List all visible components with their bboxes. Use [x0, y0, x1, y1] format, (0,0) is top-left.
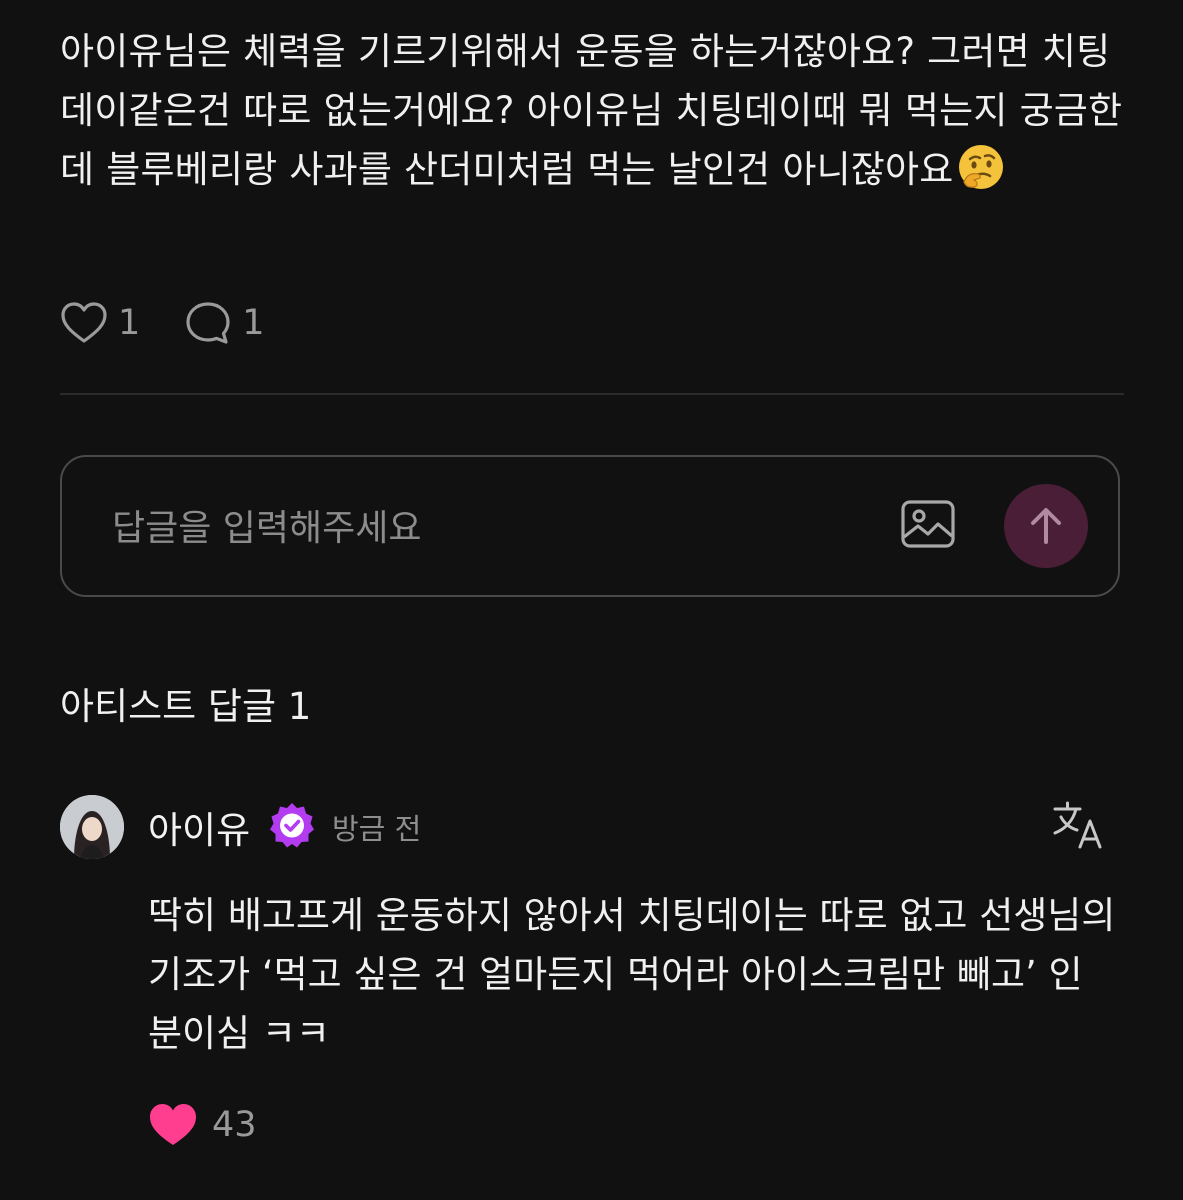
translate-icon[interactable] [1052, 800, 1104, 850]
reply-composer [60, 455, 1120, 597]
avatar-image [60, 795, 124, 859]
avatar[interactable] [60, 795, 124, 859]
verified-badge-icon [270, 803, 314, 848]
reply-like-button[interactable]: 43 [148, 1102, 257, 1148]
thinking-face-emoji [958, 145, 1003, 189]
reply-timestamp: 방금 전 [332, 812, 422, 846]
author-name[interactable]: 아이유 [148, 800, 250, 854]
image-icon[interactable] [900, 497, 956, 553]
comment-button[interactable]: 1 [184, 300, 265, 346]
like-count: 1 [118, 303, 141, 343]
post-body: 아이유님은 체력을 기르기위해서 운동을 하는거잖아요? 그러면 치팅데이같은건… [60, 22, 1130, 199]
reply-text: 딱히 배고프게 운동하지 않아서 치팅데이는 따로 없고 선생님의 기조가 ‘먹… [148, 894, 1116, 1055]
comment-bubble-icon [186, 302, 230, 344]
divider [60, 393, 1124, 395]
arrow-up-icon [1031, 508, 1061, 544]
post-actions: 1 1 [60, 300, 309, 346]
reply-input[interactable] [110, 493, 874, 563]
like-button[interactable]: 1 [60, 301, 140, 345]
heart-filled-icon [150, 1104, 196, 1145]
heart-outline-icon [61, 302, 107, 343]
comment-count: 1 [242, 303, 265, 343]
reply-like-count: 43 [212, 1105, 257, 1145]
artist-replies-title: 아티스트 답글 1 [60, 685, 312, 728]
send-button[interactable] [1004, 484, 1088, 568]
